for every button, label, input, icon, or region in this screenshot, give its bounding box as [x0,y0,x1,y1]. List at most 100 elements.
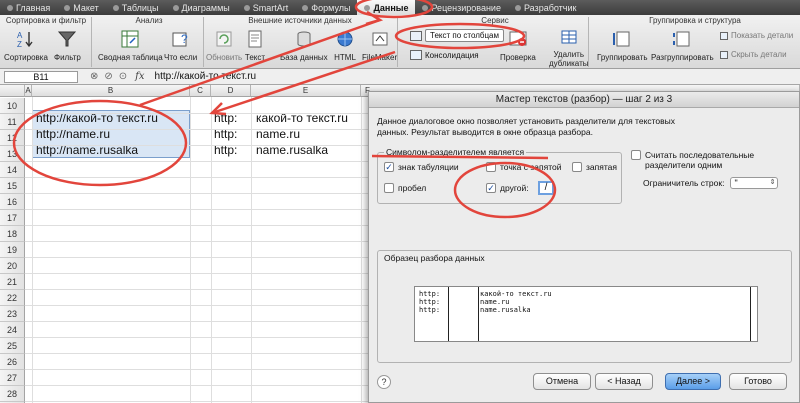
row-header[interactable]: 14 [0,162,25,178]
text-to-columns-button[interactable]: Текст по столбцам [410,29,504,42]
name-box[interactable]: B11 [4,70,78,83]
row-header[interactable]: 27 [0,370,25,386]
text-qualifier-select[interactable]: " ⇕ [730,177,779,189]
help-button[interactable]: ? [377,375,391,389]
delimiters-legend: Символом-разделителем является [384,147,527,157]
row-header[interactable]: 18 [0,226,25,242]
column-header-d[interactable]: D [211,85,251,97]
next-button[interactable]: Далее > [665,373,721,390]
space-delimiter-checkbox[interactable]: пробел [384,183,426,193]
sort-button[interactable]: AZ Сортировка [4,28,48,62]
text-qualifier-label: Ограничитель строк: [643,178,725,188]
column-header-e[interactable]: E [251,85,361,97]
column-header-c[interactable]: C [190,85,211,97]
row-header[interactable]: 16 [0,194,25,210]
tab-smartart[interactable]: SmartArt [237,0,296,15]
column-gridline [361,97,362,403]
filemaker-button[interactable]: FileMaker [362,28,397,62]
hide-detail-button[interactable]: Скрыть детали [720,50,787,59]
group-separator [91,17,92,67]
cancel-icon[interactable]: ⊗ [90,71,98,82]
checkbox-unchecked-icon [572,162,582,172]
consecutive-delimiters: Считать последовательные разделители одн… [631,150,791,170]
row-header[interactable]: 26 [0,354,25,370]
filter-button[interactable]: Фильтр [54,28,81,62]
what-if-icon: ? [170,28,192,50]
checkbox-checked-icon: ✓ [384,162,394,172]
tab-home[interactable]: Главная [0,0,57,15]
tab-charts[interactable]: Диаграммы [166,0,237,15]
data-preview-title: Образец разбора данных [384,253,485,263]
data-validation-button[interactable]: Проверка [500,28,536,62]
row-header[interactable]: 10 [0,98,25,114]
database-button[interactable]: База данных [280,28,328,62]
validation-icon [507,28,529,50]
group-title-external: Внешние источники данных [248,16,352,25]
preview-row: http: name.ru [419,298,510,306]
row-header[interactable]: 15 [0,178,25,194]
fx-icon[interactable]: fx [135,71,144,82]
tab-developer[interactable]: Разработчик [508,0,583,15]
row-header[interactable]: 19 [0,242,25,258]
tab-formulas[interactable]: Формулы [295,0,357,15]
group-button[interactable]: Группировать [597,28,648,62]
text-qualifier: Ограничитель строк: " ⇕ [643,177,779,189]
data-preview-pane[interactable]: http: какой-то текст.ru http: name.ru http… [414,286,758,342]
row-header[interactable]: 28 [0,386,25,402]
row-header[interactable]: 11 [0,114,25,130]
tab-review[interactable]: Рецензирование [415,0,508,15]
svg-text:A: A [17,31,23,40]
row-header[interactable]: 22 [0,290,25,306]
ungroup-icon [671,28,693,50]
formula-bar-controls: ⊗ ⊘ ⊙ [90,71,127,82]
html-button[interactable]: HTML [334,28,356,62]
column-header-b[interactable]: B [32,85,190,97]
remove-duplicates-button[interactable]: Удалить дубликаты [549,28,588,68]
row-header[interactable]: 21 [0,274,25,290]
column-gridline [32,97,33,403]
dialog-description: Данное диалоговое окно позволяет установ… [377,116,676,137]
tab-data[interactable]: Данные [357,0,416,15]
finish-button[interactable]: Готово [729,373,787,390]
select-all-corner[interactable] [0,85,25,97]
preview-column-divider [750,287,751,341]
filemaker-icon [369,28,391,50]
text-import-button[interactable]: Текст [244,28,266,62]
row-header[interactable]: 20 [0,258,25,274]
row-header[interactable]: 13 [0,146,25,162]
consecutive-delimiters-checkbox[interactable]: Считать последовательные разделители одн… [631,150,791,170]
what-if-button[interactable]: ? Что если [164,28,197,62]
cancel-button[interactable]: Отмена [533,373,591,390]
column-header-a[interactable]: A [25,85,32,97]
row-header[interactable]: 17 [0,210,25,226]
refresh-icon [213,28,235,50]
formula-bar: B11 ⊗ ⊘ ⊙ fx http://какой-то текст.ru [0,69,800,85]
comma-delimiter-checkbox[interactable]: запятая [572,162,617,172]
ungroup-button[interactable]: Разгруппировать [651,28,714,62]
other-delimiter-input[interactable]: / [538,181,554,195]
charts-icon [172,4,179,11]
row-header[interactable]: 23 [0,306,25,322]
options-icon[interactable]: ⊙ [119,71,127,82]
pivot-table-button[interactable]: Сводная таблица [98,28,163,62]
formula-input[interactable]: http://какой-то текст.ru [155,71,257,82]
review-icon [422,4,429,11]
semicolon-delimiter-checkbox[interactable]: точка с запятой [486,162,561,172]
confirm-icon[interactable]: ⊘ [104,71,112,82]
row-header[interactable]: 24 [0,322,25,338]
ribbon-tab-bar: Главная Макет Таблицы Диаграммы SmartArt… [0,0,800,15]
refresh-button[interactable]: Обновить [206,28,242,62]
other-delimiter-checkbox[interactable]: ✓ другой: [486,183,529,193]
group-title-analysis: Анализ [135,16,163,25]
formulas-icon [302,4,309,11]
row-header[interactable]: 25 [0,338,25,354]
tab-delimiter-checkbox[interactable]: ✓ знак табуляции [384,162,459,172]
tab-layout[interactable]: Макет [57,0,105,15]
tab-tables[interactable]: Таблицы [106,0,166,15]
consolidate-button[interactable]: Консолидация [410,50,479,60]
back-button[interactable]: < Назад [595,373,653,390]
show-detail-button[interactable]: Показать детали [720,31,793,40]
row-header[interactable]: 12 [0,130,25,146]
pivot-table-icon [119,28,141,50]
text-file-icon [244,28,266,50]
